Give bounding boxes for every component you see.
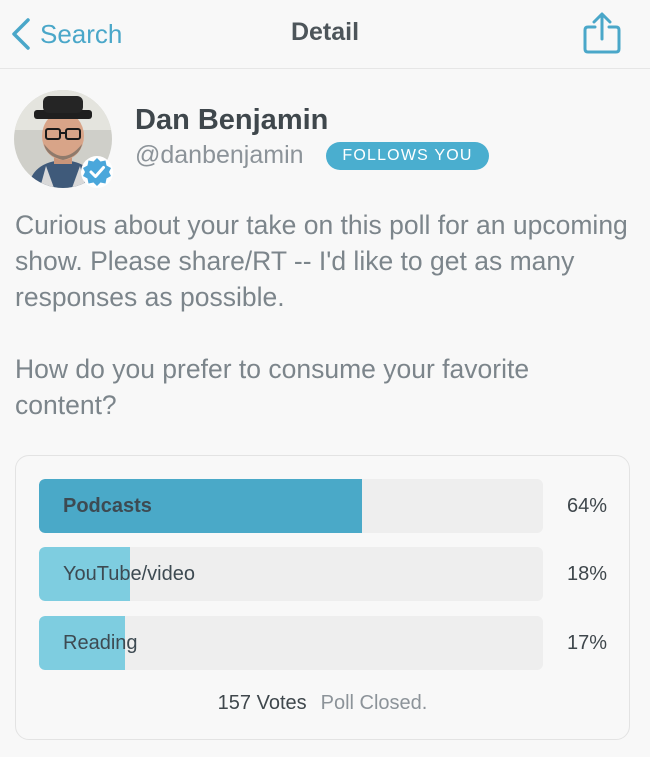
- poll-option-percent: 64%: [566, 495, 607, 517]
- vote-count: 157 Votes: [217, 692, 307, 714]
- poll-option-percent: 17%: [566, 632, 607, 654]
- tweet-text: Curious about your take on this poll for…: [15, 207, 630, 423]
- poll-option-percent: 18%: [566, 563, 607, 585]
- poll-option-label: YouTube/video: [63, 563, 195, 585]
- share-button[interactable]: [582, 12, 622, 54]
- poll-option-podcasts: Podcasts 64%: [39, 479, 607, 533]
- poll-option-youtube-video: YouTube/video 18%: [39, 547, 607, 601]
- author-name[interactable]: Dan Benjamin: [135, 104, 328, 137]
- author-handle[interactable]: @danbenjamin: [135, 141, 304, 170]
- poll-option-reading: Reading 17%: [39, 616, 607, 670]
- tweet-paragraph: Curious about your take on this poll for…: [15, 210, 628, 312]
- navigation-bar: Search Detail: [0, 0, 650, 69]
- poll-option-label: Podcasts: [63, 495, 152, 517]
- poll-footer: 157 Votes Poll Closed.: [16, 692, 629, 715]
- poll-bar-track: Podcasts: [39, 479, 543, 533]
- poll-bar-track: Reading: [39, 616, 543, 670]
- share-icon: [582, 12, 622, 54]
- poll-card: Podcasts 64% YouTube/video 18% Reading 1…: [15, 455, 630, 740]
- poll-bar-track: YouTube/video: [39, 547, 543, 601]
- poll-status: Poll Closed.: [320, 692, 428, 714]
- verified-badge-icon: [80, 155, 114, 189]
- page-title: Detail: [290, 18, 360, 46]
- poll-option-label: Reading: [63, 632, 138, 654]
- tweet-paragraph: How do you prefer to consume your favori…: [15, 354, 530, 420]
- follows-you-badge: FOLLOWS YOU: [326, 142, 489, 170]
- avatar[interactable]: [14, 90, 114, 189]
